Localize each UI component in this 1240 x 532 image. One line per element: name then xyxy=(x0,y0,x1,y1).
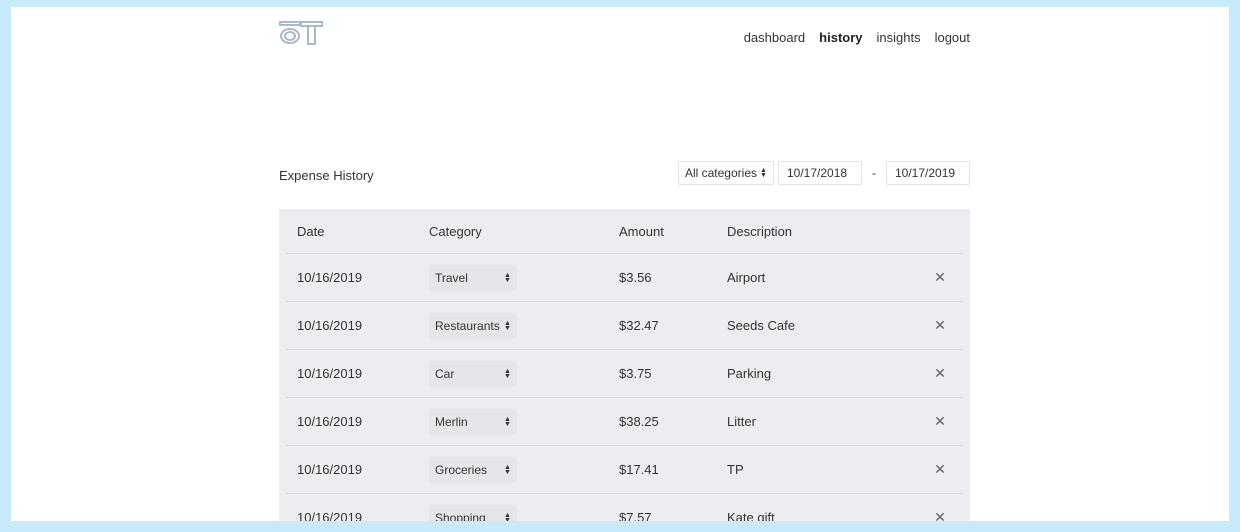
nav-item-dashboard[interactable]: dashboard xyxy=(744,30,805,45)
table-row: 10/16/2019 Groceries ▲ ▼ $17.41 TP ✕ xyxy=(286,446,963,494)
row-description: TP xyxy=(727,462,744,477)
row-description: Kate gift xyxy=(727,510,775,521)
row-amount: $38.25 xyxy=(619,414,659,429)
delete-icon[interactable]: ✕ xyxy=(934,413,946,429)
row-category-value: Restaurants xyxy=(435,318,500,333)
row-category-select[interactable]: Restaurants ▲ ▼ xyxy=(429,312,517,339)
row-amount: $7.57 xyxy=(619,510,652,521)
filter-bar: All categories ▲ ▼ 10/17/2018 - 10/17/201… xyxy=(677,161,970,185)
nav-item-insights[interactable]: insights xyxy=(877,30,921,45)
category-filter-select[interactable]: All categories ▲ ▼ xyxy=(677,161,774,185)
delete-icon[interactable]: ✕ xyxy=(934,461,946,477)
top-nav: dashboard history insights logout xyxy=(744,30,970,45)
category-filter-value: All categories xyxy=(684,166,757,180)
date-from-input[interactable]: 10/17/2018 xyxy=(778,161,862,185)
updown-icon: ▲ ▼ xyxy=(504,463,511,476)
row-category-value: Travel xyxy=(435,270,468,285)
row-description: Parking xyxy=(727,366,772,381)
updown-icon: ▲ ▼ xyxy=(504,415,511,428)
table-header-row: Date Category Amount Description xyxy=(286,209,963,254)
table-row: 10/16/2019 Merlin ▲ ▼ $38.25 Litter ✕ xyxy=(286,398,963,446)
page-title: Expense History xyxy=(279,168,374,183)
row-category-select[interactable]: Merlin ▲ ▼ xyxy=(429,408,517,435)
row-description: Litter xyxy=(727,414,756,429)
column-header-date: Date xyxy=(297,223,325,239)
expense-table: Date Category Amount Description 10/16/2… xyxy=(279,209,970,521)
column-header-amount: Amount xyxy=(619,223,664,239)
app-frame: dashboard history insights logout Expens… xyxy=(11,7,1229,521)
updown-icon: ▲ ▼ xyxy=(504,367,511,380)
row-category-value: Merlin xyxy=(435,414,468,429)
delete-icon[interactable]: ✕ xyxy=(934,365,946,381)
row-date: 10/16/2019 xyxy=(297,318,363,333)
nav-item-history[interactable]: history xyxy=(819,30,862,45)
row-date: 10/16/2019 xyxy=(297,270,363,285)
delete-icon[interactable]: ✕ xyxy=(934,509,946,521)
row-category-select[interactable]: Shopping ▲ ▼ xyxy=(429,504,517,522)
table-row: 10/16/2019 Travel ▲ ▼ $3.56 Airport ✕ xyxy=(286,254,963,302)
row-category-select[interactable]: Groceries ▲ ▼ xyxy=(429,456,517,483)
date-separator: - xyxy=(872,166,876,180)
row-amount: $17.41 xyxy=(619,462,659,477)
delete-icon[interactable]: ✕ xyxy=(934,269,946,285)
row-date: 10/16/2019 xyxy=(297,366,363,381)
updown-icon: ▲ ▼ xyxy=(504,271,511,284)
table-row: 10/16/2019 Restaurants ▲ ▼ $32.47 Seeds Ca… xyxy=(286,302,963,350)
row-amount: $3.75 xyxy=(619,366,652,381)
row-description: Airport xyxy=(727,270,766,285)
table-row: 10/16/2019 Car ▲ ▼ $3.75 Parking ✕ xyxy=(286,350,963,398)
delete-icon[interactable]: ✕ xyxy=(934,317,946,333)
column-header-description: Description xyxy=(727,223,793,239)
logo-icon[interactable] xyxy=(279,21,323,45)
column-header-category: Category xyxy=(429,223,482,239)
row-date: 10/16/2019 xyxy=(297,462,363,477)
date-to-input[interactable]: 10/17/2019 xyxy=(886,161,970,185)
main-content: dashboard history insights logout Expens… xyxy=(279,7,970,521)
row-date: 10/16/2019 xyxy=(297,510,363,521)
row-description: Seeds Cafe xyxy=(727,318,795,333)
row-category-value: Shopping xyxy=(435,510,486,522)
row-category-value: Car xyxy=(435,366,455,381)
row-date: 10/16/2019 xyxy=(297,414,363,429)
nav-item-logout[interactable]: logout xyxy=(935,30,970,45)
updown-icon: ▲ ▼ xyxy=(760,167,767,179)
row-amount: $3.56 xyxy=(619,270,652,285)
row-category-select[interactable]: Car ▲ ▼ xyxy=(429,360,517,387)
table-row: 10/16/2019 Shopping ▲ ▼ $7.57 Kate gift ✕ xyxy=(286,494,963,521)
row-amount: $32.47 xyxy=(619,318,659,333)
updown-icon: ▲ ▼ xyxy=(504,319,511,332)
updown-icon: ▲ ▼ xyxy=(504,511,511,522)
row-category-select[interactable]: Travel ▲ ▼ xyxy=(429,264,517,291)
row-category-value: Groceries xyxy=(435,462,488,477)
